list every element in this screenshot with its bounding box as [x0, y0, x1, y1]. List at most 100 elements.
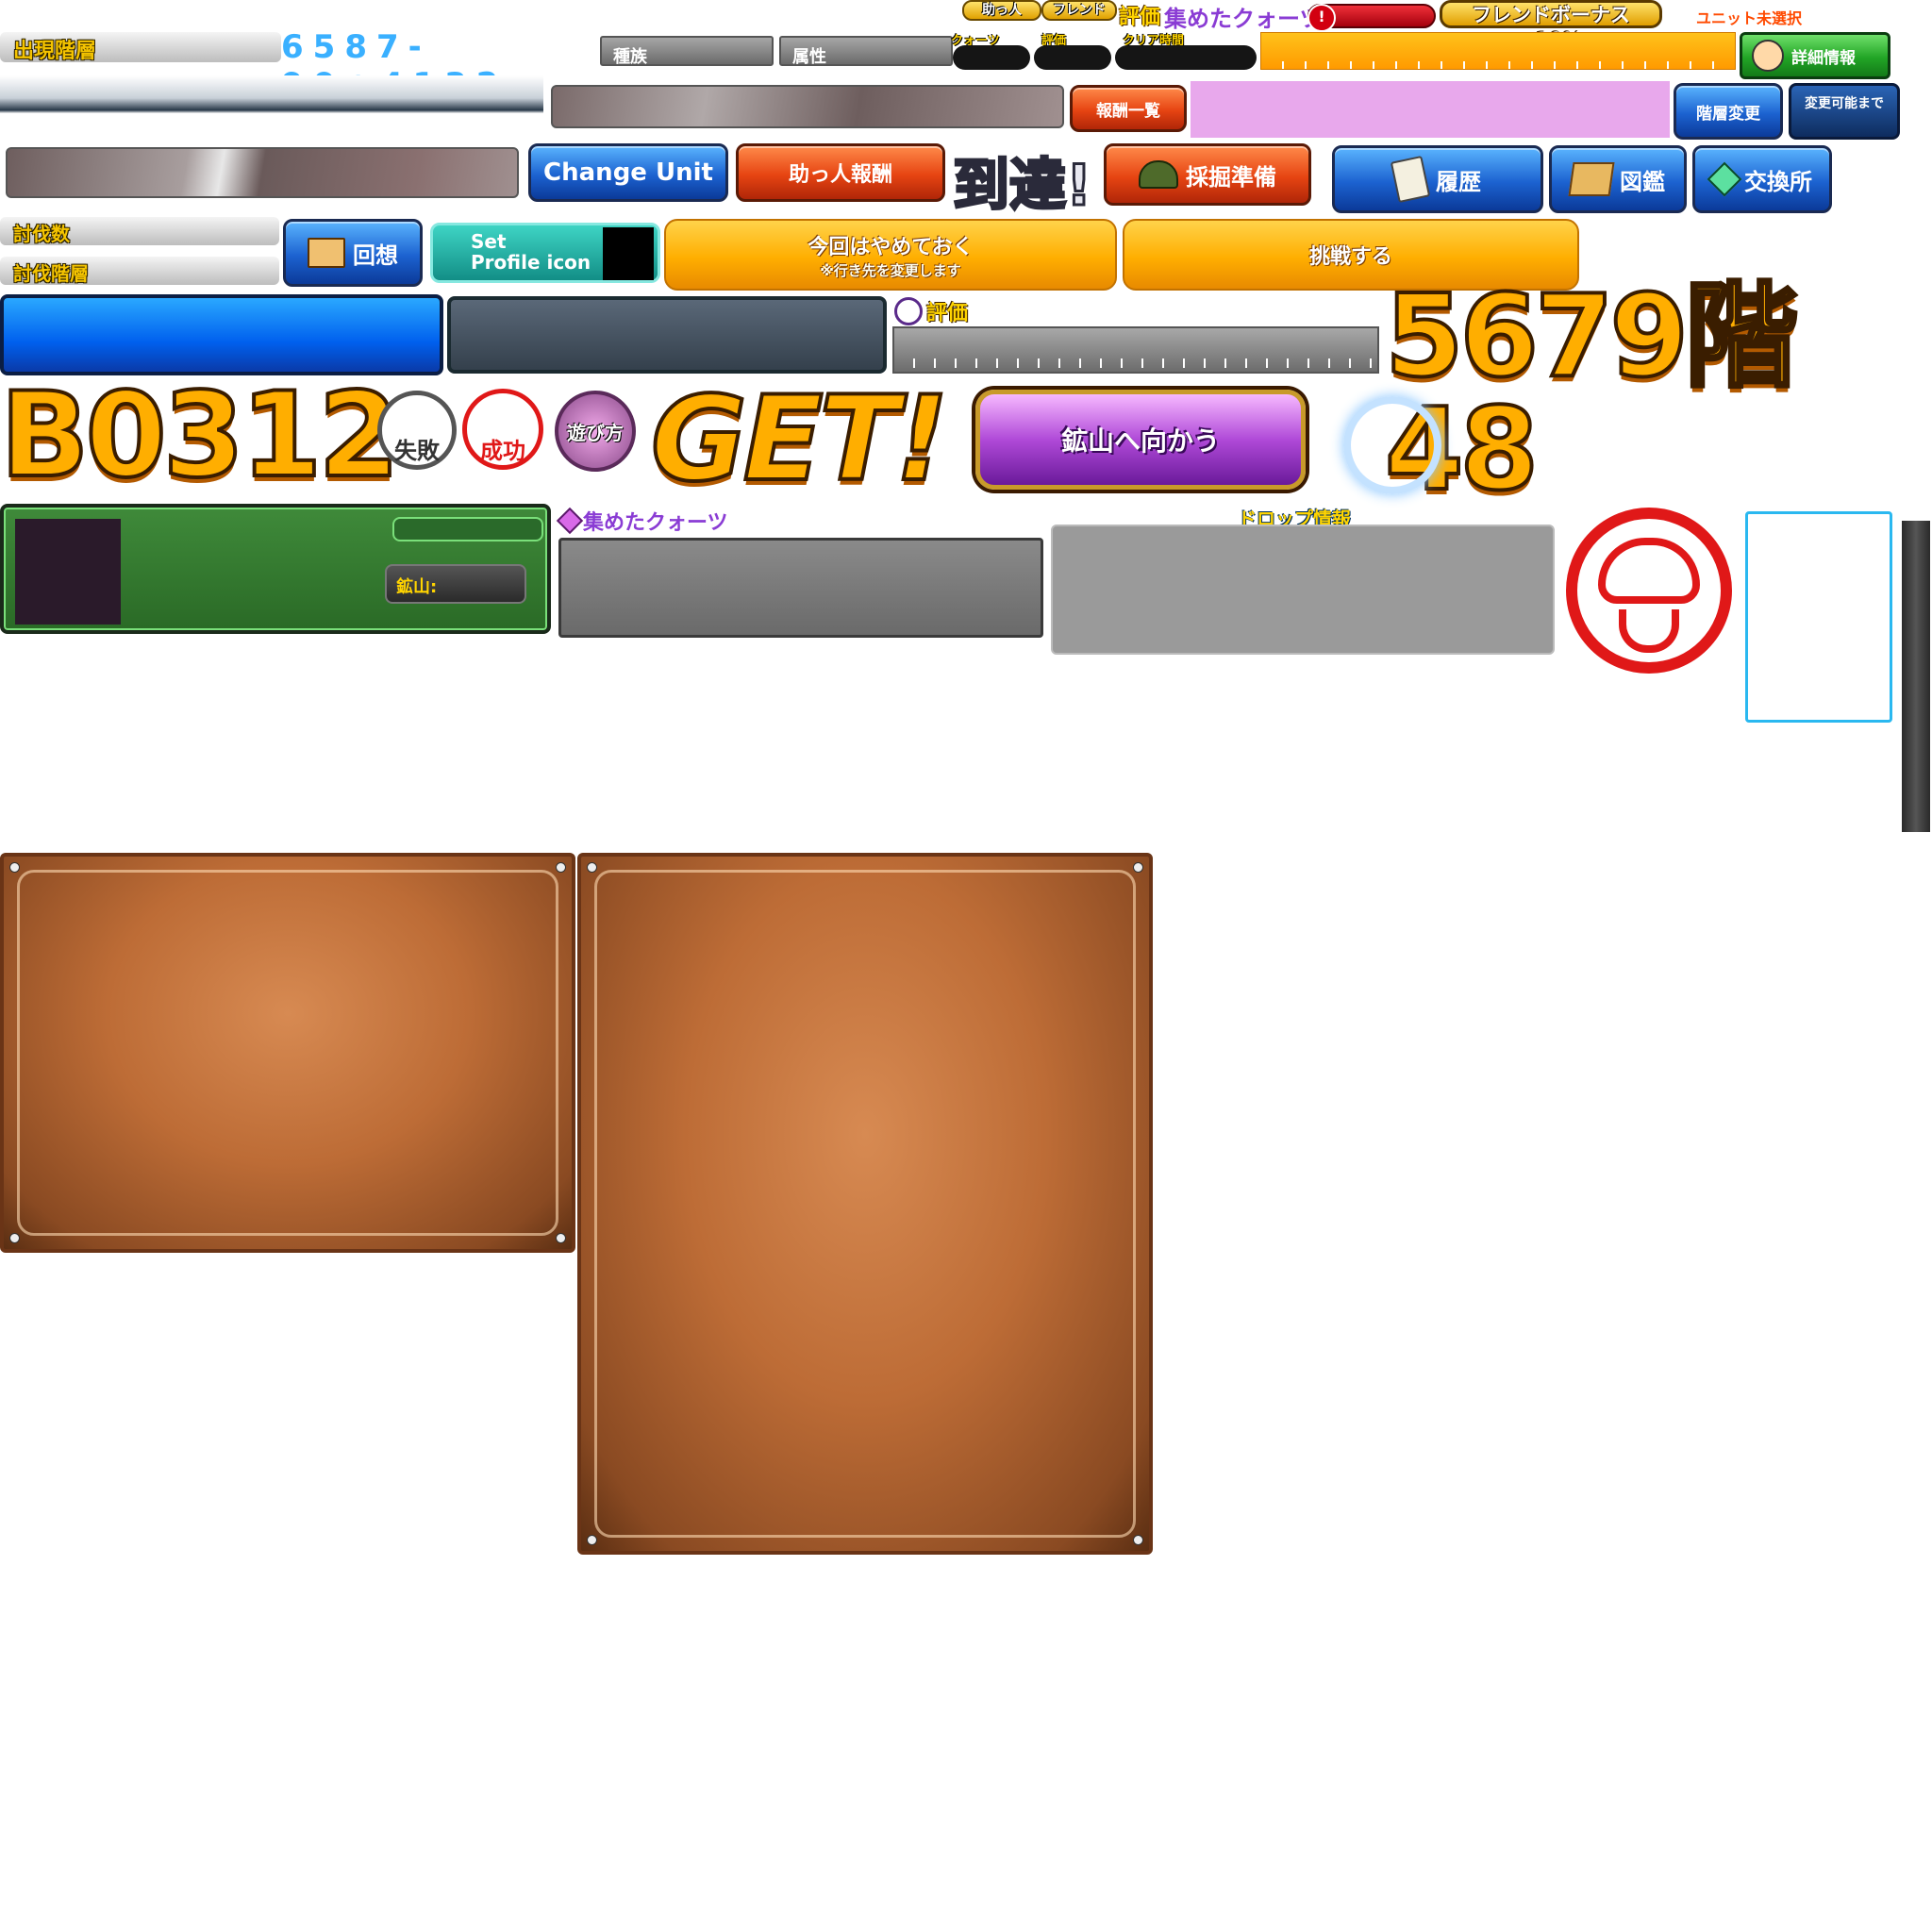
code-digits: 6587-90+4132 [281, 28, 498, 104]
floor-change-button[interactable]: 階層変更 [1674, 83, 1783, 140]
appear-floor-label-text: 出現階層 [13, 40, 97, 63]
book-icon [308, 238, 345, 268]
friend-tab-label: フレンド [1053, 3, 1106, 18]
attribute-field[interactable]: 属性 [779, 36, 953, 67]
rating-gauge [892, 326, 1379, 374]
change-unit-label: Change Unit [543, 158, 713, 187]
collected-quartz-header: 集めたクォーツ [556, 506, 728, 536]
gauge-ticks [1261, 61, 1735, 69]
helmet-icon [1139, 160, 1178, 189]
get-text: GET! [649, 372, 951, 508]
recollect-button[interactable]: 回想 [283, 219, 423, 287]
how-to-play-label: 遊び方 [567, 421, 624, 444]
defeat-floor-label: 討伐階層 [0, 257, 279, 285]
mine-portrait [15, 519, 121, 625]
reward-list-button[interactable]: 報酬一覧 [1070, 85, 1187, 132]
rating-label-top: 評価 [1119, 6, 1161, 29]
alert-icon: ! [1307, 4, 1336, 32]
rivet [1133, 862, 1143, 873]
wood-panel-small [0, 853, 575, 1253]
dig-prep-label: 採掘準備 [1186, 163, 1276, 191]
helper-tab-label: 助っ人 [982, 3, 1022, 18]
blue-panel [0, 294, 443, 375]
success-stamp-text: 成功 [480, 438, 525, 464]
friend-tab[interactable]: フレンド [1041, 0, 1117, 21]
mushroom-stem [1619, 609, 1679, 653]
exchange-button[interactable]: 交換所 [1692, 145, 1832, 213]
drop-info-panel [1051, 525, 1555, 655]
rivet [9, 862, 20, 873]
success-stamp: 成功 [462, 389, 543, 470]
card-frame [1745, 511, 1892, 723]
settings-ring-icon [1343, 396, 1441, 494]
quit-note: ※行き先を変更します [820, 261, 961, 279]
defeat-count-text: 討伐数 [13, 223, 70, 245]
rivet [587, 1535, 597, 1545]
dark-panel [447, 296, 887, 374]
rating-header: 評価 [894, 296, 968, 326]
floor-big-number: 5679階48 [1383, 272, 1800, 516]
detail-info-label: 詳細情報 [1791, 48, 1856, 68]
mine-label: 鉱山: [396, 577, 438, 597]
profile-icon-preview [603, 227, 654, 280]
detail-info-button[interactable]: 詳細情報 [1740, 32, 1890, 79]
crystal-icon [1707, 161, 1742, 197]
rating-label: 評価 [926, 302, 969, 325]
how-to-play-button[interactable]: 遊び方 [555, 391, 636, 472]
clipboard-icon [1390, 155, 1431, 204]
until-changeable-panel: 変更可能まで [1789, 83, 1900, 140]
recollect-label: 回想 [353, 242, 398, 269]
history-button[interactable]: 履歴 [1332, 145, 1543, 213]
friend-bonus-badge: フレンドボーナス+10% [1440, 0, 1662, 51]
quit-label: 今回はやめておく [808, 235, 974, 259]
rating-gauge-ticks [894, 358, 1377, 368]
rivet [556, 1233, 566, 1243]
quit-button[interactable]: 今回はやめておく ※行き先を変更します [664, 219, 1117, 291]
appear-floor-label: 出現階層 [0, 32, 281, 63]
change-unit-button[interactable]: Change Unit [528, 143, 728, 202]
helper-reward-button[interactable]: 助っ人報酬 [736, 143, 945, 202]
crystal-small-icon [556, 507, 584, 535]
encyclopedia-button[interactable]: 図鑑 [1549, 145, 1687, 213]
challenge-label: 挑戦する [1308, 245, 1392, 269]
rivet [587, 862, 597, 873]
quartz-value-pill [953, 45, 1030, 70]
floor-change-label: 階層変更 [1696, 104, 1760, 124]
avatar-icon [1752, 40, 1784, 72]
reached-text: 到達! [951, 152, 1092, 221]
unit-unselected-label: ユニット未選択 [1696, 9, 1803, 27]
mushroom-icon [894, 297, 923, 325]
rivet [9, 1233, 20, 1243]
lilac-panel [1191, 81, 1670, 138]
progress-gauge [1260, 32, 1736, 70]
helper-tab[interactable]: 助っ人 [962, 0, 1041, 21]
until-changeable-label: 変更可能まで [1805, 96, 1884, 111]
fail-stamp-text: 失敗 [394, 438, 440, 464]
encyclopedia-label: 図鑑 [1620, 168, 1665, 195]
name-plate [551, 85, 1064, 128]
history-label: 履歴 [1436, 168, 1481, 195]
attribute-label: 属性 [792, 47, 826, 67]
wood-panel-large [577, 853, 1153, 1555]
collected-quartz-label-top: 集めたクォーツ [1164, 6, 1323, 32]
fail-stamp: 失敗 [377, 391, 457, 470]
alert-bar: ! [1307, 4, 1436, 32]
mine-gauge [392, 517, 543, 541]
unit-name-plate [6, 147, 519, 198]
collected-quartz-panel [558, 538, 1043, 638]
floor-code: B0312 [0, 368, 402, 504]
helper-reward-label: 助っ人報酬 [788, 163, 892, 187]
scrollbar[interactable] [1902, 521, 1930, 832]
wood-panel-small-border [17, 870, 558, 1236]
defeat-count-label: 討伐数 [0, 217, 279, 245]
title-bar-strip [0, 75, 543, 113]
mine-name-plate: 鉱山: [385, 564, 526, 604]
set-profile-icon-button[interactable]: Set Profile icon [430, 223, 660, 283]
collected-quartz-label: 集めたクォーツ [583, 511, 728, 535]
go-mine-button[interactable]: 鉱山へ向かう [955, 387, 1326, 492]
mushroom-face-icon [1598, 538, 1700, 604]
race-field[interactable]: 種族 [600, 36, 774, 67]
go-mine-label: 鉱山へ向かう [1060, 425, 1220, 457]
go-mine-frame: 鉱山へ向かう [975, 390, 1306, 490]
dig-prep-button[interactable]: 採掘準備 [1104, 143, 1311, 206]
